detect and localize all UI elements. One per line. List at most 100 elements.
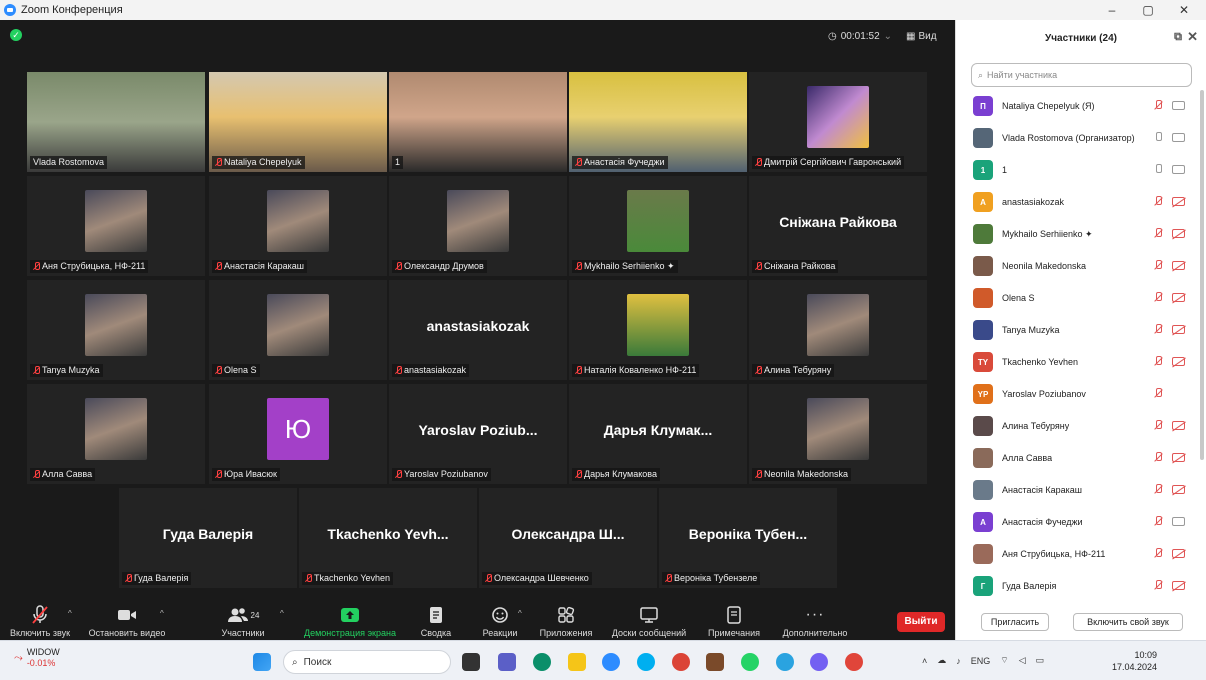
participant-row[interactable]: Г Гуда Валерія [956,570,1201,602]
video-tile[interactable]: Olena S [209,280,387,380]
camera-icon[interactable] [1172,165,1185,174]
camera-off-icon[interactable] [1172,229,1185,238]
camera-off-icon[interactable] [1172,485,1185,494]
volume-icon[interactable]: ◁ [1019,655,1026,666]
video-tile[interactable]: Mykhailo Serhiienko ✦ [569,176,747,276]
system-clock[interactable]: 10:09 17.04.2024 [1112,649,1157,673]
participant-row[interactable]: Neonila Makedonska [956,250,1201,282]
teams-icon[interactable] [498,653,516,671]
participant-search-input[interactable]: ⌕ Найти участника [971,63,1192,87]
mic-muted-icon[interactable] [1153,196,1163,207]
video-tile[interactable]: Анастасія Фучеджи [569,72,747,172]
skype-icon[interactable] [637,653,655,671]
stock-widget[interactable]: ⤳ WIDOW -0.01% [14,647,60,669]
file-explorer-icon[interactable] [568,653,586,671]
wifi-icon[interactable]: ⌔ [1000,655,1008,666]
mic-muted-icon[interactable] [1153,260,1163,271]
camera-off-icon[interactable] [1172,357,1185,366]
unmute-button[interactable]: Включить звук ^ [8,605,72,638]
video-tile[interactable]: Vlada Rostomova [27,72,205,172]
video-tile[interactable]: Алла Савва [27,384,205,484]
chrome-icon[interactable] [672,653,690,671]
video-tile[interactable]: Алина Тебуряну [749,280,927,380]
mic-muted-icon[interactable] [1153,516,1163,527]
leave-button[interactable]: Выйти [897,612,945,632]
mic-icon[interactable] [1153,164,1163,175]
participant-row[interactable]: Алла Савва [956,442,1201,474]
camera-off-icon[interactable] [1172,293,1185,302]
cloud-icon[interactable]: ☁ [937,655,946,666]
camera-off-icon[interactable] [1172,261,1185,270]
popout-icon[interactable]: ⧉ [1174,31,1182,44]
participant-row[interactable]: П Nataliya Chepelyuk (Я) [956,90,1201,122]
participant-row[interactable]: Алина Тебуряну [956,410,1201,442]
app-notification-icon[interactable] [845,653,863,671]
mic-icon[interactable] [1153,132,1163,143]
camera-icon[interactable] [1172,101,1185,110]
meeting-timer[interactable]: ◷ 00:01:52 ⌄ [822,28,898,44]
camera-off-icon[interactable] [1172,581,1185,590]
mic-muted-icon[interactable] [1153,100,1163,111]
camera-off-icon[interactable] [1172,325,1185,334]
caret-up-icon[interactable]: ^ [518,609,522,618]
camera-off-icon[interactable] [1172,453,1185,462]
caret-up-icon[interactable]: ^ [160,609,164,618]
camera-icon[interactable] [1172,133,1185,142]
minimize-button[interactable]: – [1094,0,1130,20]
close-panel-icon[interactable]: ✕ [1187,29,1198,45]
more-button[interactable]: ··· Дополнительно [778,605,852,638]
invite-button[interactable]: Пригласить [981,613,1049,631]
edge-icon[interactable] [533,653,551,671]
mic-muted-icon[interactable] [1153,452,1163,463]
participant-row[interactable]: 11 [956,154,1201,186]
video-tile[interactable]: anastasiakozak anastasiakozak [389,280,567,380]
mic-muted-icon[interactable] [1153,484,1163,495]
language-indicator[interactable]: ENG [971,656,991,666]
caret-up-icon[interactable]: ^ [68,609,72,618]
reactions-button[interactable]: Реакции ^ [478,605,522,638]
unmute-self-button[interactable]: Включить свой звук [1073,613,1183,631]
summary-button[interactable]: Сводка [416,605,456,638]
video-tile[interactable]: 1 [389,72,567,172]
notes-button[interactable]: Примечания [704,605,764,638]
task-view-icon[interactable] [462,653,480,671]
mic-muted-icon[interactable] [1153,324,1163,335]
participant-row[interactable]: Tanya Muzyka [956,314,1201,346]
apps-button[interactable]: Приложения [536,605,596,638]
video-tile[interactable]: Neonila Makedonska [749,384,927,484]
encryption-shield-icon[interactable]: ✓ [10,29,22,41]
participant-row[interactable]: Olena S [956,282,1201,314]
video-tile[interactable]: Дмитрій Сергійович Гавронський [749,72,927,172]
participant-list-scrollbar[interactable] [1200,90,1204,460]
participant-row[interactable]: Vlada Rostomova (Организатор) [956,122,1201,154]
participant-row[interactable]: Аня Струбицька, НФ-211 [956,538,1201,570]
mic-muted-icon[interactable] [1153,356,1163,367]
app-icon[interactable] [706,653,724,671]
zoom-taskbar-icon[interactable] [602,653,620,671]
caret-up-icon[interactable]: ^ [280,609,284,618]
microphone-icon[interactable]: ♪ [956,656,961,666]
video-tile[interactable]: Дарья Клумак... Дарья Клумакова [569,384,747,484]
camera-off-icon[interactable] [1172,421,1185,430]
video-tile[interactable]: Tkachenko Yevh... Tkachenko Yevhen [299,488,477,588]
participants-button[interactable]: 24 Участники ^ [218,605,284,638]
participant-row[interactable]: Анастасія Каракаш [956,474,1201,506]
video-tile[interactable]: Ю Юра Ивасюк [209,384,387,484]
viber-icon[interactable] [810,653,828,671]
video-tile[interactable]: Гуда Валерія Гуда Валерія [119,488,297,588]
video-tile[interactable]: Олександра Ш... Олександра Шевченко [479,488,657,588]
mic-muted-icon[interactable] [1153,548,1163,559]
video-tile[interactable]: Сніжана Райкова Сніжана Райкова [749,176,927,276]
participant-row[interactable]: A Анастасія Фучеджи [956,506,1201,538]
telegram-icon[interactable] [776,653,794,671]
video-tile[interactable]: Наталія Коваленко НФ-211 [569,280,747,380]
taskbar-search[interactable]: ⌕ Поиск [283,650,451,674]
camera-off-icon[interactable] [1172,549,1185,558]
start-menu-icon[interactable] [253,653,271,671]
camera-off-icon[interactable] [1172,197,1185,206]
close-button[interactable]: ✕ [1166,0,1202,20]
mic-muted-icon[interactable] [1153,228,1163,239]
participant-row[interactable]: YP Yaroslav Poziubanov [956,378,1201,410]
participant-row[interactable]: TY Tkachenko Yevhen [956,346,1201,378]
video-tile[interactable]: Аня Струбицька, НФ-211 [27,176,205,276]
